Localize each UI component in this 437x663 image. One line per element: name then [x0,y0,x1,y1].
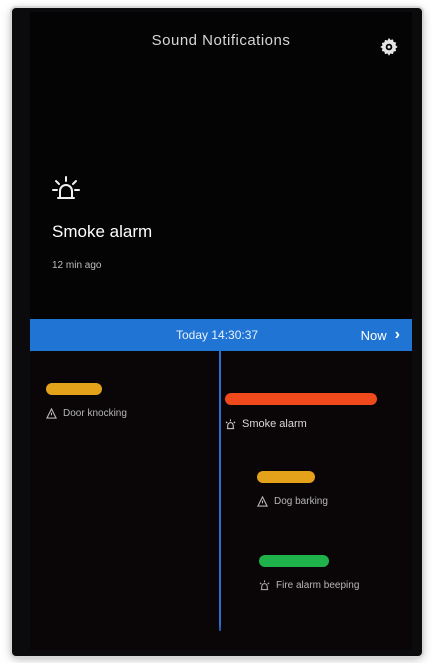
warning-icon [46,407,57,419]
event-duration-bar [257,471,315,483]
event-label: Dog barking [274,496,328,507]
timeline-event[interactable]: Dog barking [257,471,328,507]
timeline-event[interactable]: Fire alarm beeping [259,555,359,591]
timeline-event[interactable]: Smoke alarm [225,393,377,430]
warning-icon [257,495,268,507]
gear-icon [380,37,398,56]
now-button-label: Now [360,327,387,343]
event-label: Fire alarm beeping [276,580,360,591]
chevron-right-icon: › [394,326,400,343]
timeline-fade [30,624,412,650]
alarm-light-icon [52,176,80,202]
current-time-label: Today 14:30:37 [176,328,259,342]
settings-button[interactable] [378,36,400,58]
app-title: Sound Notifications [151,32,291,49]
timeline-header: Today 14:30:37 Now › [30,319,412,351]
now-button[interactable]: Now › [361,326,400,344]
event-label: Door knocking [63,408,127,419]
timeline-event[interactable]: Door knocking [46,383,127,419]
event-label: Smoke alarm [242,418,307,430]
latest-alert-time: 12 min ago [52,260,102,271]
latest-alert-title: Smoke alarm [52,222,153,241]
timeline-now-axis [219,351,221,631]
sound-timeline[interactable]: Door knocking Smoke alarm Dog barking Fi… [30,351,412,650]
alarm-light-icon [259,580,270,591]
app-screen: Sound Notifications Smoke alarm 12 min a… [30,12,412,650]
event-duration-bar [46,383,102,395]
event-duration-bar [225,393,377,405]
alarm-light-icon [225,418,236,430]
event-duration-bar [259,555,329,567]
